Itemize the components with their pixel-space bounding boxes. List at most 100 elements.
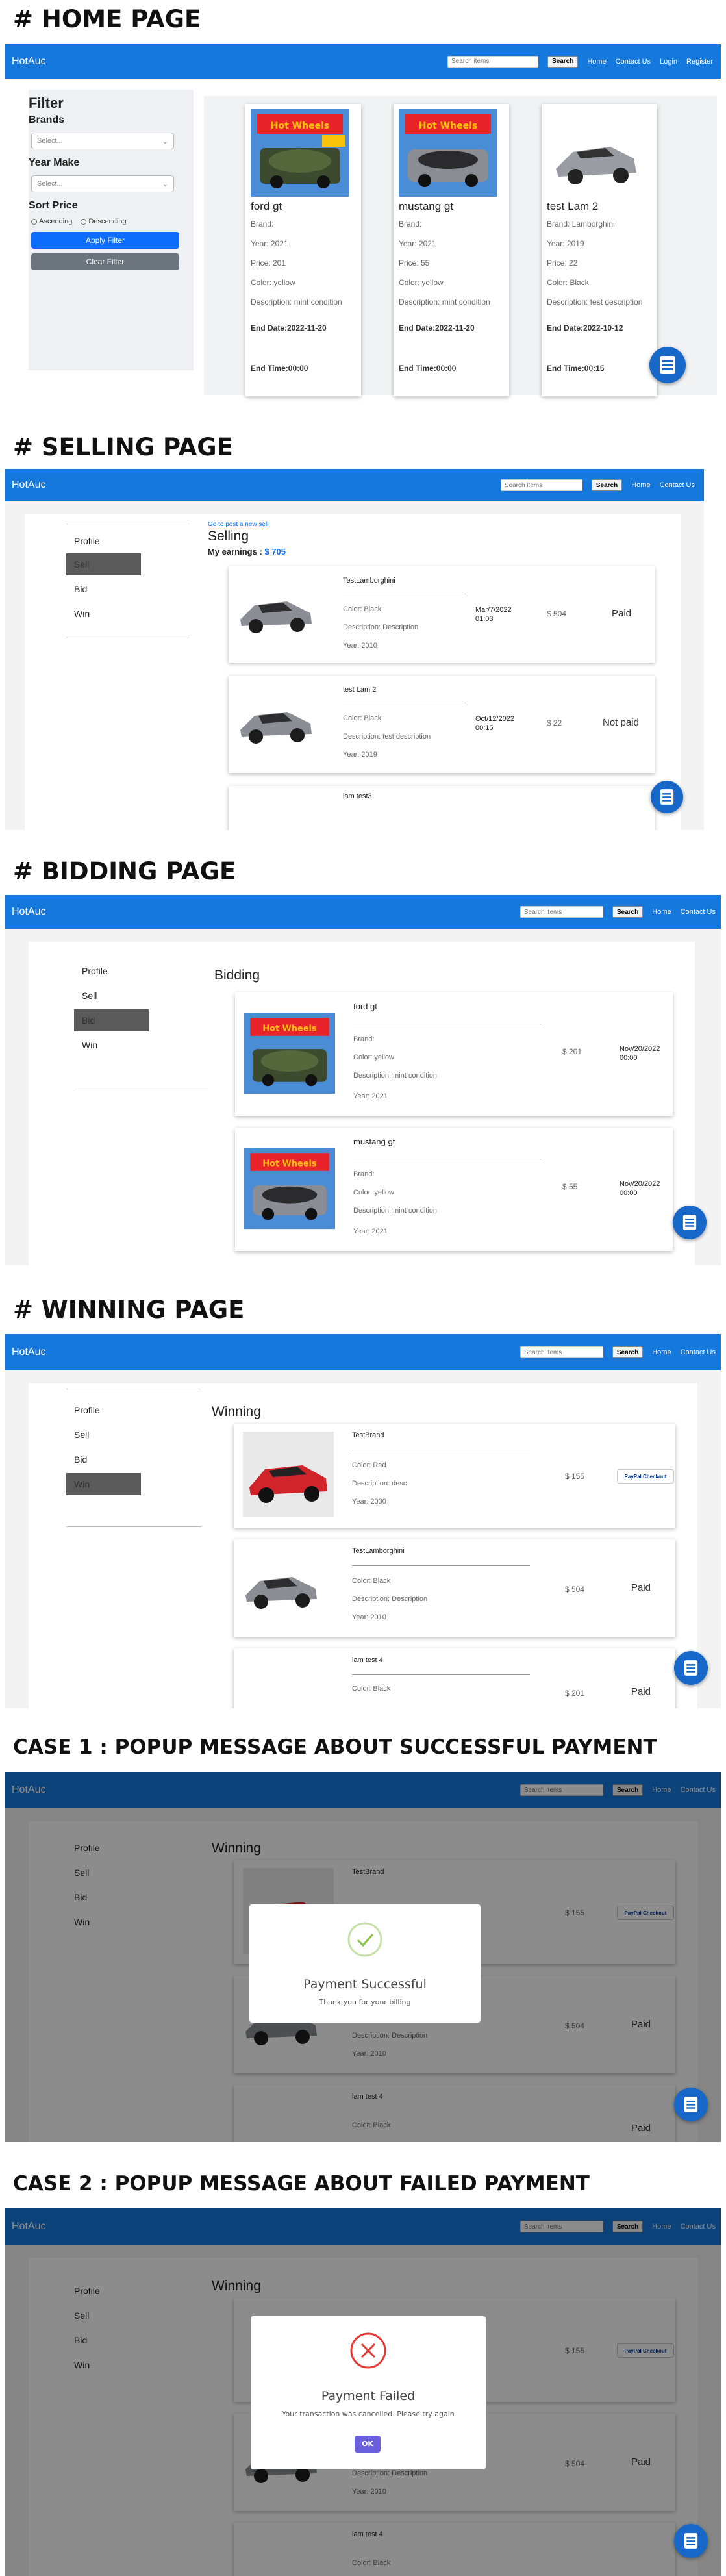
product-image xyxy=(547,109,645,197)
sidebar-item-profile[interactable]: Profile xyxy=(74,960,149,982)
notes-icon xyxy=(682,1215,697,1230)
nav-contact-link[interactable]: Contact Us xyxy=(660,481,695,489)
nav-home-link[interactable]: Home xyxy=(652,908,671,916)
search-input[interactable] xyxy=(500,479,582,491)
nav-contact-link[interactable]: Contact Us xyxy=(616,58,651,66)
item-price: $ 22 xyxy=(547,718,562,727)
sidebar-item-win[interactable]: Win xyxy=(66,1473,141,1495)
nav-home-link[interactable]: Home xyxy=(652,1348,671,1356)
svg-text:Hot Wheels: Hot Wheels xyxy=(271,121,329,131)
winning-row[interactable]: lam test 4 Color: Black $ 201 Paid xyxy=(234,1648,675,1708)
item-year: Year: 2000 xyxy=(352,1498,386,1506)
item-year: Year: 2019 xyxy=(343,751,377,759)
brands-label: Brands xyxy=(29,114,65,125)
year-select[interactable]: Select... ⌄ xyxy=(31,175,174,192)
notes-icon xyxy=(684,2533,698,2549)
notes-icon xyxy=(660,789,674,805)
product-card[interactable]: Hot Wheels mustang gt Brand: Year: 2021 … xyxy=(394,104,509,396)
product-color: Color: Black xyxy=(547,278,589,287)
selling-row[interactable]: test Lam 2 Color: Black Description: tes… xyxy=(229,676,655,773)
item-title: TestBrand xyxy=(352,1432,384,1439)
post-new-sell-link[interactable]: Go to post a new sell xyxy=(208,521,268,528)
brand-logo[interactable]: HotAuc xyxy=(12,906,45,918)
navbar: HotAuc Search Home Contact Us xyxy=(5,895,721,929)
bidding-row[interactable]: Hot Wheels mustang gt Brand: Color: yell… xyxy=(235,1128,673,1251)
product-year: Year: 2021 xyxy=(251,239,288,248)
ok-button[interactable]: OK xyxy=(355,2436,381,2453)
product-end-time: End Time:00:00 xyxy=(251,364,308,373)
sidebar-item-bid[interactable]: Bid xyxy=(74,1009,149,1031)
sidebar-item-sell[interactable]: Sell xyxy=(66,1424,141,1446)
search-button[interactable]: Search xyxy=(591,479,623,491)
nav-right: Search Home Contact Us xyxy=(519,906,716,918)
brand-logo[interactable]: HotAuc xyxy=(12,479,45,491)
modal-message: Your transaction was cancelled. Please t… xyxy=(282,2410,455,2418)
brand-logo[interactable]: HotAuc xyxy=(12,56,45,68)
nav-login-link[interactable]: Login xyxy=(660,58,677,66)
search-button[interactable]: Search xyxy=(547,55,579,68)
sidebar-item-win[interactable]: Win xyxy=(74,1034,149,1056)
item-title: TestLamborghini xyxy=(352,1547,405,1555)
search-input[interactable] xyxy=(519,1346,603,1358)
profile-sidebar: Profile Sell Bid Win xyxy=(66,524,190,653)
notes-fab[interactable] xyxy=(649,347,686,383)
ascending-radio[interactable] xyxy=(31,218,37,225)
sidebar-item-bid[interactable]: Bid xyxy=(66,1448,141,1471)
nav-contact-link[interactable]: Contact Us xyxy=(681,908,716,916)
item-status: Paid xyxy=(631,1582,651,1593)
product-name: ford gt xyxy=(251,200,282,212)
paypal-checkout-button[interactable]: PayPal Checkout xyxy=(617,1469,674,1484)
sidebar-item-profile[interactable]: Profile xyxy=(66,530,141,552)
notes-fab[interactable] xyxy=(651,781,683,813)
selling-row[interactable]: lam test3 xyxy=(229,786,655,830)
selling-screenshot: HotAuc Search Home Contact Us Profile Se… xyxy=(5,469,704,830)
section-title-home: # HOME PAGE xyxy=(13,5,201,33)
apply-filter-button[interactable]: Apply Filter xyxy=(31,232,179,249)
nav-contact-link[interactable]: Contact Us xyxy=(681,1348,716,1356)
item-price: $ 201 xyxy=(562,1047,582,1056)
sidebar-item-profile[interactable]: Profile xyxy=(66,1399,141,1421)
brand-select[interactable]: Select... ⌄ xyxy=(31,133,174,149)
search-input[interactable] xyxy=(519,906,603,918)
sidebar-item-sell[interactable]: Sell xyxy=(66,553,141,575)
svg-text:Hot Wheels: Hot Wheels xyxy=(262,1024,317,1033)
product-year: Year: 2019 xyxy=(547,239,584,248)
winning-screenshot: HotAuc Search Home Contact Us Profile Se… xyxy=(5,1334,721,1708)
bidding-row[interactable]: Hot Wheels ford gt Brand: Color: yellow … xyxy=(235,992,673,1116)
sidebar-item-sell[interactable]: Sell xyxy=(74,985,149,1007)
descending-radio[interactable] xyxy=(81,218,87,225)
notes-fab[interactable] xyxy=(674,1651,708,1685)
sidebar-item-bid[interactable]: Bid xyxy=(66,578,141,600)
clear-filter-button[interactable]: Clear Filter xyxy=(31,253,179,270)
product-card[interactable]: Hot Wheels ford gt Brand: Year: 2021 Pri… xyxy=(245,104,361,396)
product-price: Price: 22 xyxy=(547,259,578,268)
search-button[interactable]: Search xyxy=(612,1346,644,1358)
search-input[interactable] xyxy=(447,55,538,68)
notes-fab[interactable] xyxy=(674,2088,708,2121)
nav-register-link[interactable]: Register xyxy=(686,58,713,66)
notes-fab[interactable] xyxy=(674,2524,708,2558)
year-select-value: Select... xyxy=(37,180,63,188)
brand-logo[interactable]: HotAuc xyxy=(12,1346,45,1358)
product-end-time: End Time:00:15 xyxy=(547,364,605,373)
notes-fab[interactable] xyxy=(673,1206,707,1239)
product-image: Hot Wheels xyxy=(251,109,349,197)
winning-row[interactable]: TestBrand Color: Red Description: desc Y… xyxy=(234,1424,675,1528)
item-end-date: Nov/20/2022 00:00 xyxy=(620,1180,660,1197)
product-card[interactable]: test Lam 2 Brand: Lamborghini Year: 2019… xyxy=(542,104,657,396)
product-image: Hot Wheels xyxy=(399,109,497,197)
search-button[interactable]: Search xyxy=(612,906,644,918)
modal-title: Payment Failed xyxy=(321,2389,416,2403)
brand-select-value: Select... xyxy=(37,137,63,145)
product-color: Color: yellow xyxy=(251,278,295,287)
nav-home-link[interactable]: Home xyxy=(631,481,650,489)
item-description: Description: Description xyxy=(343,624,419,631)
section-title-winning: # WINNING PAGE xyxy=(13,1296,245,1324)
item-year: Year: 2021 xyxy=(353,1092,388,1100)
item-status: Paid xyxy=(612,608,632,619)
product-description: Description: test description xyxy=(547,297,643,307)
selling-row[interactable]: TestLamborghini Color: Black Description… xyxy=(229,566,655,663)
sidebar-item-win[interactable]: Win xyxy=(66,603,141,625)
nav-home-link[interactable]: Home xyxy=(587,58,606,66)
winning-row[interactable]: TestLamborghini Color: Black Description… xyxy=(234,1539,675,1637)
